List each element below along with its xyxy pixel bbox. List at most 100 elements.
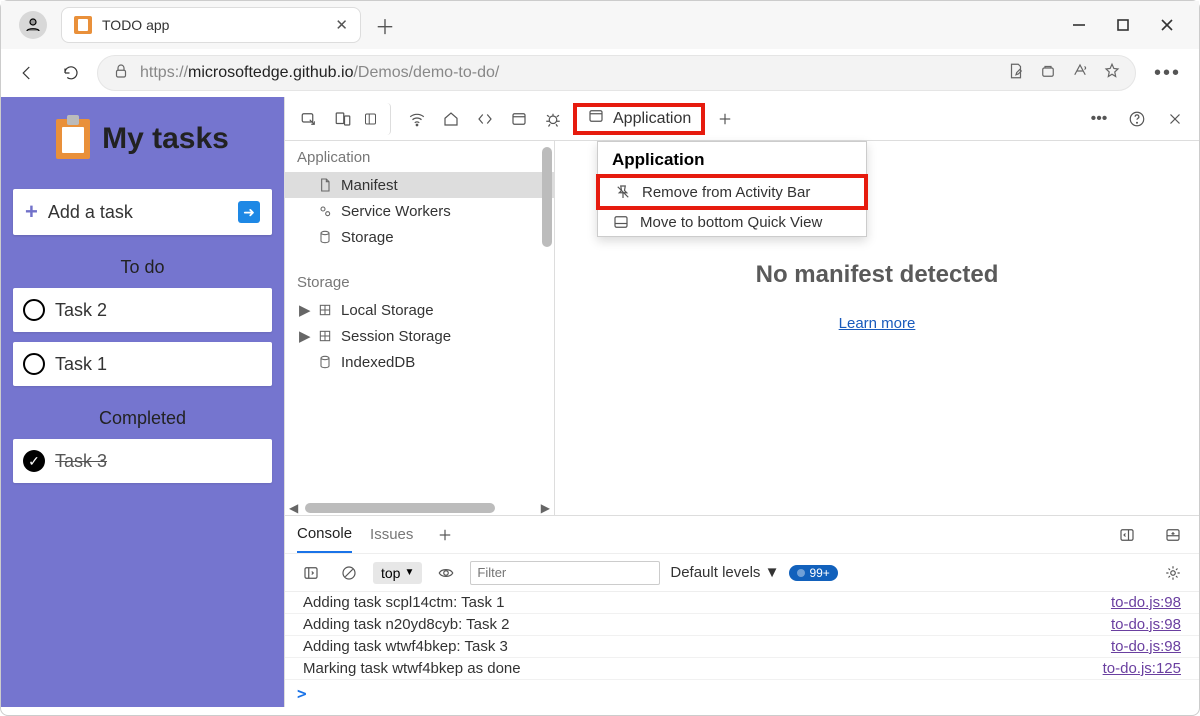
grid-icon [317, 327, 333, 345]
console-log: Adding task scpl14ctm: Task 1to-do.js:98… [285, 592, 1199, 680]
scroll-left-icon[interactable]: ◀ [289, 501, 298, 515]
device-icon[interactable] [329, 103, 357, 135]
console-filter-input[interactable] [470, 561, 660, 585]
clear-console-icon[interactable] [335, 557, 363, 589]
sidebar-category: Application [285, 141, 554, 172]
new-tab-button[interactable]: ＋ [367, 7, 403, 43]
task-row[interactable]: Task 1 [13, 342, 272, 386]
add-drawer-tab[interactable] [431, 519, 459, 551]
chevron-right-icon: ▶ [299, 301, 309, 319]
console-row: Adding task scpl14ctm: Task 1to-do.js:98 [285, 592, 1199, 614]
application-icon [587, 107, 605, 130]
source-link[interactable]: to-do.js:98 [1111, 638, 1181, 655]
plus-icon: + [25, 199, 38, 225]
console-tab[interactable]: Console [297, 516, 352, 553]
source-link[interactable]: to-do.js:125 [1103, 660, 1181, 677]
sidebar-item-manifest[interactable]: Manifest [285, 172, 554, 198]
url-text: https://microsoftedge.github.io/Demos/de… [140, 64, 997, 82]
clipboard-icon [56, 119, 90, 159]
console-drawer: Console Issues top ▼ Default levels ▼ 99… [285, 515, 1199, 707]
chevron-right-icon: ▶ [299, 327, 309, 345]
circle-icon[interactable] [23, 299, 45, 321]
source-link[interactable]: to-do.js:98 [1111, 594, 1181, 611]
collections-icon[interactable] [1039, 62, 1057, 85]
sidebar-item-session-storage[interactable]: ▶Session Storage [285, 323, 554, 349]
sources-icon[interactable] [505, 103, 533, 135]
add-task-label: Add a task [48, 202, 228, 223]
context-selector[interactable]: top ▼ [373, 562, 422, 584]
network-conditions-icon[interactable] [403, 103, 431, 135]
submit-arrow-icon[interactable]: ➜ [238, 201, 260, 223]
favorite-star-icon[interactable] [1103, 62, 1121, 85]
elements-icon[interactable] [471, 103, 499, 135]
console-prompt[interactable]: > [285, 680, 1199, 707]
dock-icon[interactable] [363, 103, 391, 135]
close-devtools-button[interactable] [1161, 103, 1189, 135]
sidebar-item-storage[interactable]: Storage [285, 224, 554, 250]
close-window-button[interactable] [1159, 17, 1175, 33]
ctx-move-quick-view[interactable]: Move to bottom Quick View [598, 208, 866, 236]
scrollbar-horizontal[interactable] [305, 503, 495, 513]
grid-icon [317, 301, 333, 319]
lock-icon [112, 62, 130, 85]
browser-tab[interactable]: TODO app ✕ [61, 7, 361, 43]
circle-icon[interactable] [23, 353, 45, 375]
application-tab[interactable]: Application [573, 103, 705, 135]
profile-avatar[interactable] [19, 11, 47, 39]
ctx-remove-activity-bar[interactable]: Remove from Activity Bar [596, 174, 868, 210]
no-manifest-message: No manifest detected [756, 261, 999, 289]
dock-side-icon[interactable] [1113, 519, 1141, 551]
issues-badge[interactable]: 99+ [789, 565, 837, 581]
gear-icon [317, 202, 333, 220]
help-icon[interactable] [1123, 103, 1151, 135]
close-icon[interactable]: ✕ [335, 16, 348, 34]
add-tab-button[interactable] [711, 103, 739, 135]
check-circle-icon[interactable]: ✓ [23, 450, 45, 472]
edit-icon[interactable] [1007, 62, 1025, 85]
clipboard-icon [74, 16, 92, 34]
console-row: Marking task wtwf4bkep as doneto-do.js:1… [285, 658, 1199, 680]
browser-more-button[interactable]: ••• [1144, 62, 1191, 85]
source-link[interactable]: to-do.js:98 [1111, 616, 1181, 633]
sidebar-item-local-storage[interactable]: ▶Local Storage [285, 297, 554, 323]
todo-heading: To do [13, 257, 272, 278]
database-icon [317, 228, 333, 246]
back-button[interactable] [9, 55, 45, 91]
panel-bottom-icon [612, 213, 630, 231]
refresh-button[interactable] [53, 55, 89, 91]
inspect-icon[interactable] [295, 103, 323, 135]
url-field[interactable]: https://microsoftedge.github.io/Demos/de… [97, 55, 1136, 91]
minimize-button[interactable] [1071, 17, 1087, 33]
welcome-icon[interactable] [437, 103, 465, 135]
task-row[interactable]: ✓Task 3 [13, 439, 272, 483]
context-menu: Application Remove from Activity Bar Mov… [597, 141, 867, 237]
database-icon [317, 353, 333, 371]
console-row: Adding task n20yd8cyb: Task 2to-do.js:98 [285, 614, 1199, 636]
scrollbar-vertical[interactable] [542, 147, 552, 247]
completed-heading: Completed [13, 408, 272, 429]
collapse-drawer-icon[interactable] [1159, 519, 1187, 551]
toggle-sidebar-icon[interactable] [297, 557, 325, 589]
log-levels-dropdown[interactable]: Default levels ▼ [670, 564, 779, 581]
tab-title: TODO app [102, 17, 325, 33]
console-row: Adding task wtwf4bkep: Task 3to-do.js:98 [285, 636, 1199, 658]
context-menu-title: Application [598, 142, 866, 176]
devtools-more-button[interactable]: ••• [1085, 103, 1113, 135]
issues-tab[interactable]: Issues [370, 516, 413, 553]
live-expression-icon[interactable] [432, 557, 460, 589]
scroll-right-icon[interactable]: ▶ [541, 501, 550, 515]
sidebar-item-service-workers[interactable]: Service Workers [285, 198, 554, 224]
file-icon [317, 176, 333, 194]
application-sidebar: Application Manifest Service Workers Sto… [285, 141, 555, 515]
read-aloud-icon[interactable] [1071, 62, 1089, 85]
sidebar-item-indexeddb[interactable]: ▶IndexedDB [285, 349, 554, 375]
devtools-panel: Application ••• Application Manifest Ser… [284, 97, 1199, 707]
maximize-button[interactable] [1115, 17, 1131, 33]
add-task-input[interactable]: + Add a task ➜ [13, 189, 272, 235]
task-row[interactable]: Task 2 [13, 288, 272, 332]
application-main: Application Remove from Activity Bar Mov… [555, 141, 1199, 515]
learn-more-link[interactable]: Learn more [839, 315, 916, 332]
bug-icon[interactable] [539, 103, 567, 135]
sidebar-category: Storage [285, 266, 554, 297]
console-settings-icon[interactable] [1159, 557, 1187, 589]
